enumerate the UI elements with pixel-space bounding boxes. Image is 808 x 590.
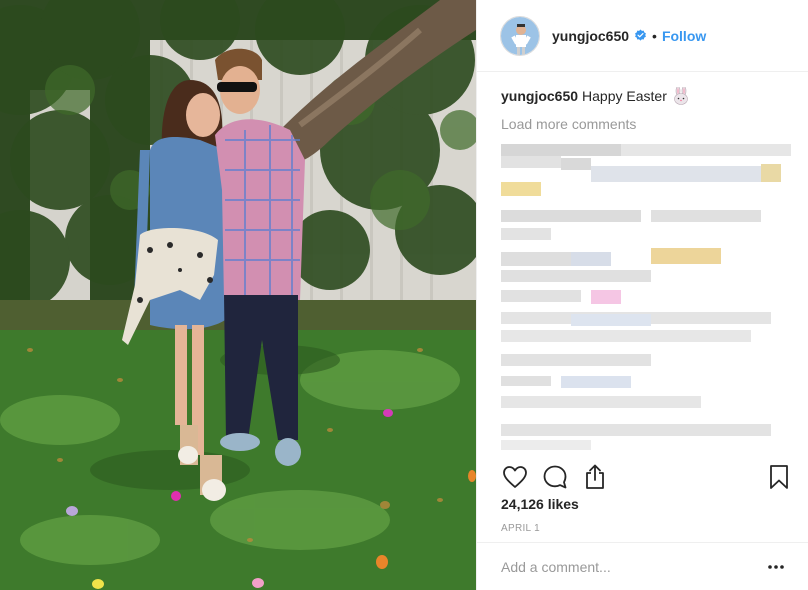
comment-input[interactable]: [501, 558, 767, 575]
verified-badge-icon: [634, 29, 647, 42]
post-header: yungjoc650 • Follow: [477, 0, 808, 72]
speech-bubble-icon[interactable]: [541, 463, 569, 491]
caption-text: Happy Easter: [582, 88, 667, 104]
more-options-icon[interactable]: [767, 564, 785, 570]
post-date[interactable]: APRIL 1: [501, 523, 540, 534]
easter-couple-photo: [0, 0, 476, 590]
share-upload-icon[interactable]: [581, 463, 609, 491]
caption-username[interactable]: yungjoc650: [501, 86, 578, 106]
caption: yungjoc650 Happy Easter: [501, 86, 785, 106]
follow-button[interactable]: Follow: [662, 28, 706, 44]
post-side-panel: yungjoc650 • Follow yungjoc650 Happy Eas…: [476, 0, 808, 590]
redacted-comments: [501, 144, 791, 454]
heart-outline-icon[interactable]: [501, 463, 529, 491]
load-more-comments-link[interactable]: Load more comments: [501, 116, 785, 132]
action-bar: [501, 462, 793, 492]
bunny-face-icon: [673, 87, 689, 105]
username-link[interactable]: yungjoc650: [552, 28, 629, 44]
separator-dot: •: [652, 27, 657, 44]
comment-bar: [477, 542, 808, 590]
user-block: yungjoc650 • Follow: [552, 28, 706, 44]
comments-section: yungjoc650 Happy Easter Load more commen…: [477, 72, 808, 460]
post-photo[interactable]: [0, 0, 476, 590]
likes-count[interactable]: 24,126 likes: [501, 496, 579, 512]
avatar[interactable]: [500, 15, 540, 56]
bookmark-icon[interactable]: [765, 463, 793, 491]
